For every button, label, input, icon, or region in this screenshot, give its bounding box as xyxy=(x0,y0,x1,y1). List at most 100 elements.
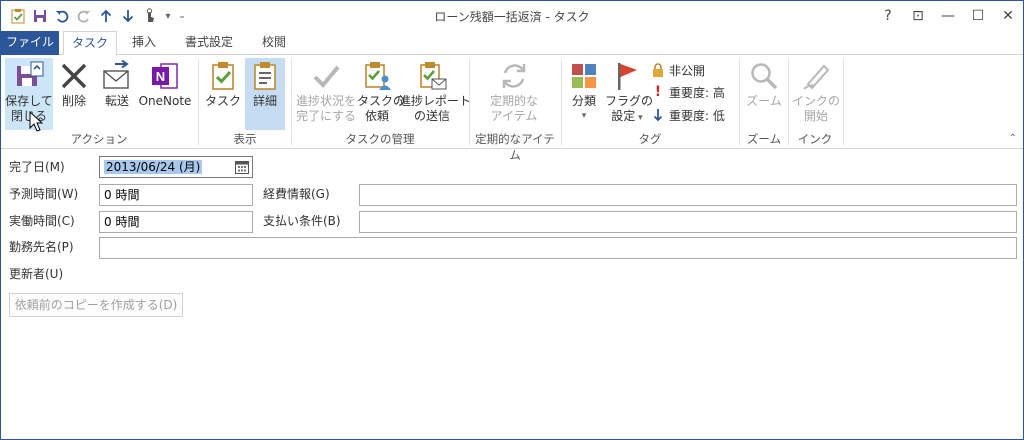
high-importance-label: 重要度: 高 xyxy=(669,85,725,100)
company-label: 勤務先名(P) xyxy=(9,240,74,254)
billing-field[interactable] xyxy=(359,211,1017,233)
ribbon: 保存して 閉じる 削除 転送 N OneNote アクション タスク 詳細 表示… xyxy=(1,55,1023,162)
update-list-label: 更新者(U) xyxy=(9,267,64,281)
categorize-label: 分類 xyxy=(571,94,596,108)
onenote-button[interactable]: N OneNote xyxy=(137,58,193,130)
title-bar: ▾ ₌ ローン残額一括返済 - タスク ? ⊡ — ☐ ✕ xyxy=(1,1,1023,31)
send-status-label-2: の送信 xyxy=(413,109,450,123)
follow-up-button[interactable]: フラグの 設定 ▾ xyxy=(605,58,654,130)
zoom-button[interactable]: ズーム xyxy=(743,58,785,130)
group-zoom-label: ズーム xyxy=(746,132,782,146)
close-button[interactable]: ✕ xyxy=(993,1,1023,31)
assign-task-label-2: 依頼 xyxy=(364,109,389,123)
mark-complete-button[interactable]: 進捗状況を 完了にする xyxy=(295,58,357,130)
forward-label: 転送 xyxy=(104,94,129,108)
status-report-icon xyxy=(420,62,447,90)
show-task-label: タスク xyxy=(204,94,241,108)
mouse-cursor-icon xyxy=(29,111,43,132)
delete-button[interactable]: 削除 xyxy=(55,58,93,130)
private-label: 非公開 xyxy=(669,63,706,78)
categorize-button[interactable]: 分類 ▾ xyxy=(565,58,603,130)
onenote-label: OneNote xyxy=(138,94,192,108)
actual-work-field[interactable]: 0 時間 xyxy=(99,211,253,233)
group-actions-label: アクション xyxy=(70,132,128,146)
assign-task-label-1: タスクの xyxy=(357,94,406,108)
high-importance-button[interactable]: ! 重要度: 高 xyxy=(651,81,725,103)
group-separator xyxy=(843,59,844,145)
send-status-report-button[interactable]: 進捗レポート の送信 xyxy=(399,58,472,130)
show-details-label: 詳細 xyxy=(252,94,277,108)
total-work-label: 予測時間(W) xyxy=(9,187,79,201)
save-and-close-label-1: 保存して xyxy=(5,94,53,108)
tab-review[interactable]: 校閲 xyxy=(249,31,299,55)
assign-task-icon xyxy=(365,62,391,90)
low-importance-label: 重要度: 低 xyxy=(669,108,725,123)
down-arrow-icon xyxy=(651,107,665,123)
tab-format-text[interactable]: 書式設定 xyxy=(173,31,245,55)
forward-button[interactable]: 転送 xyxy=(97,58,137,130)
show-task-button[interactable]: タスク xyxy=(203,58,243,130)
mark-complete-label-1: 進捗状況を xyxy=(295,94,356,108)
create-unassigned-copy-button[interactable]: 依頼前のコピーを作成する(D) xyxy=(9,293,183,317)
details-icon xyxy=(254,62,276,90)
send-status-label-1: 進捗レポート xyxy=(399,94,472,108)
start-inking-label-1: インクの xyxy=(791,94,840,108)
forward-icon xyxy=(103,60,129,89)
actual-work-label: 実働時間(C) xyxy=(9,214,75,228)
total-work-field[interactable]: 0 時間 xyxy=(99,184,253,206)
follow-up-label-2: 設定 ▾ xyxy=(611,109,643,123)
calendar-icon[interactable] xyxy=(235,160,249,174)
low-importance-button[interactable]: 重要度: 低 xyxy=(651,104,725,126)
private-button[interactable]: 非公開 xyxy=(651,59,705,81)
group-show-label: 表示 xyxy=(233,132,257,146)
group-recurrence-label: 定期的なアイテム xyxy=(475,132,555,162)
zoom-label: ズーム xyxy=(746,94,782,108)
categorize-icon xyxy=(572,64,596,88)
date-completed-field[interactable]: 2013/06/24 (月) xyxy=(99,156,253,178)
task-details-form: 完了日(M) 2013/06/24 (月) 予測時間(W) 0 時間 経費情報(… xyxy=(1,149,1023,439)
collapse-ribbon-icon[interactable]: ⌃ xyxy=(1009,133,1017,144)
recurrence-icon xyxy=(502,64,526,88)
recurrence-button[interactable]: 定期的な アイテム xyxy=(479,58,549,130)
group-ink-label: インク xyxy=(797,132,833,146)
maximize-button[interactable]: ☐ xyxy=(963,1,993,31)
minimize-button[interactable]: — xyxy=(933,1,963,31)
mileage-label: 経費情報(G) xyxy=(263,187,330,201)
recurrence-label-1: 定期的な xyxy=(489,94,538,108)
delete-icon xyxy=(61,63,87,89)
svg-text:N: N xyxy=(156,69,165,84)
window-controls: ? ⊡ — ☐ ✕ xyxy=(873,1,1023,31)
window-title: ローン残額一括返済 - タスク xyxy=(434,10,590,24)
help-button[interactable]: ? xyxy=(873,1,903,31)
group-tags-label: タグ xyxy=(638,132,662,146)
tab-insert[interactable]: 挿入 xyxy=(119,31,169,55)
tab-file[interactable]: ファイル xyxy=(1,31,59,55)
onenote-icon: N xyxy=(152,63,178,89)
start-inking-button[interactable]: インクの 開始 xyxy=(791,58,841,130)
date-completed-value: 2013/06/24 (月) xyxy=(104,160,203,174)
mark-complete-label-2: 完了にする xyxy=(295,109,357,123)
mileage-field[interactable] xyxy=(359,184,1017,206)
company-field[interactable] xyxy=(99,237,1017,259)
ribbon-tab-bar: ファイル タスク 挿入 書式設定 校閲 xyxy=(1,31,1023,56)
lock-icon xyxy=(651,62,665,78)
categorize-dropdown-icon[interactable]: ▾ xyxy=(565,109,603,124)
billing-label: 支払い条件(B) xyxy=(263,214,341,228)
save-and-close-icon xyxy=(17,61,44,86)
pen-icon xyxy=(803,64,830,90)
group-manage-task-label: タスクの管理 xyxy=(345,132,415,146)
recurrence-label-2: アイテム xyxy=(490,109,538,123)
assign-task-button[interactable]: タスクの 依頼 xyxy=(357,58,406,130)
exclamation-icon: ! xyxy=(654,84,662,100)
date-completed-label: 完了日(M) xyxy=(9,160,65,174)
task-window: ▾ ₌ ローン残額一括返済 - タスク ? ⊡ — ☐ ✕ ファイル タスク 挿… xyxy=(0,0,1024,440)
tab-task[interactable]: タスク xyxy=(63,31,117,56)
ribbon-display-options-button[interactable]: ⊡ xyxy=(903,1,933,31)
show-details-button[interactable]: 詳細 xyxy=(245,58,285,130)
delete-label: 削除 xyxy=(61,94,86,108)
task-icon xyxy=(212,62,234,90)
checkmark-icon xyxy=(313,65,340,88)
follow-up-label-1: フラグの xyxy=(605,94,654,108)
magnifier-icon xyxy=(751,63,778,90)
start-inking-label-2: 開始 xyxy=(803,109,828,123)
